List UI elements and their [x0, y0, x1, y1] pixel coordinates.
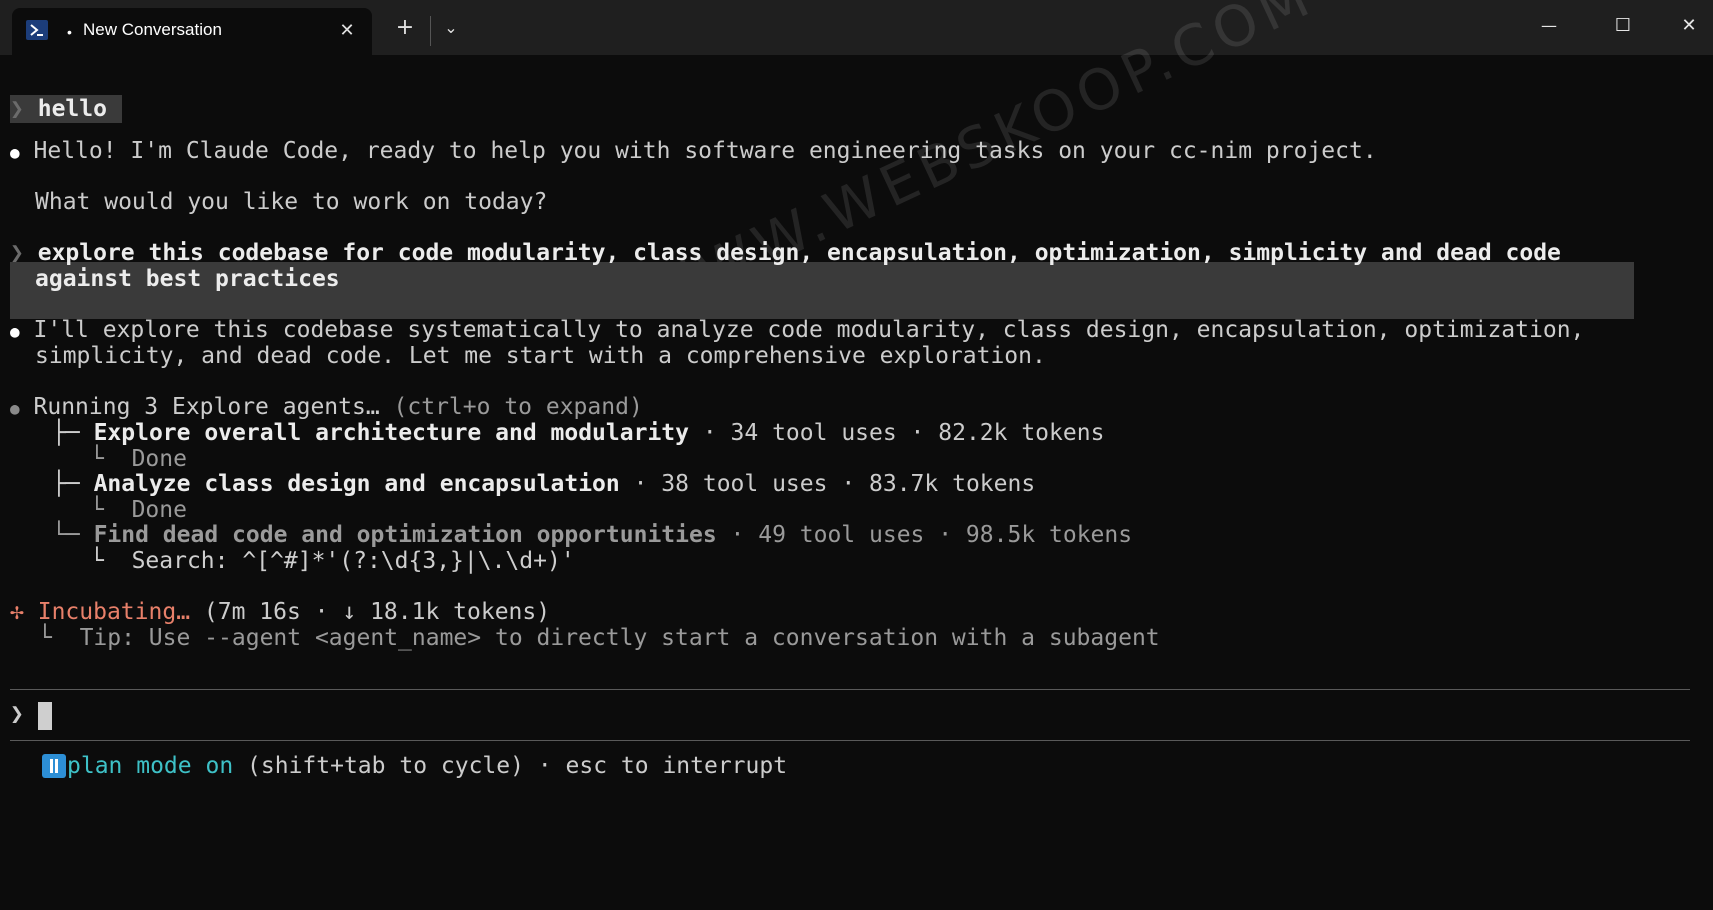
- agent-status: └ Done: [90, 496, 187, 524]
- prompt-chevron-icon: ❯: [10, 701, 24, 727]
- agent-status: └ Search: ^[^#]*'(?:\d{3,}|\.\d+)': [90, 547, 575, 575]
- user-message-text: hello: [37, 96, 107, 122]
- input-divider-top: [10, 689, 1690, 690]
- bullet-icon: ●: [10, 399, 20, 418]
- agent-row: ├─ Analyze class design and encapsulatio…: [52, 470, 1035, 498]
- minimize-button[interactable]: —: [1526, 8, 1572, 44]
- plan-mode-hint: (shift+tab to cycle) · esc to interrupt: [247, 753, 788, 779]
- prompt-chevron-icon: ❯: [10, 96, 24, 122]
- user-message-line: against best practices: [35, 266, 340, 292]
- tree-leaf: └: [90, 446, 104, 472]
- user-message: ❯ hello: [10, 95, 107, 123]
- bullet-icon: ●: [10, 143, 20, 162]
- assistant-message-line: simplicity, and dead code. Let me start …: [35, 343, 1046, 369]
- agent-status: └ Done: [90, 445, 187, 473]
- tree-branch: ├─: [52, 471, 80, 497]
- new-tab-button[interactable]: +: [392, 14, 418, 42]
- assistant-message-text: I'll explore this codebase systematicall…: [33, 317, 1585, 343]
- agent-name: Analyze class design and encapsulation: [93, 471, 620, 497]
- agent-stats: · 34 tool uses · 82.2k tokens: [689, 420, 1105, 446]
- terminal-output[interactable]: WWW.WEBSKOOP.COM ❯ hello ● Hello! I'm Cl…: [0, 0, 1713, 910]
- agents-header-text: Running 3 Explore agents…: [33, 394, 380, 420]
- agent-stats: · 49 tool uses · 98.5k tokens: [716, 522, 1133, 548]
- tree-leaf: └: [38, 625, 52, 651]
- tab-new-conversation[interactable]: • New Conversation ✕: [12, 8, 372, 55]
- assistant-message-line: What would you like to work on today?: [35, 189, 548, 215]
- chevron-down-icon[interactable]: ⌄: [438, 14, 464, 42]
- agent-stats: · 38 tool uses · 83.7k tokens: [619, 471, 1036, 497]
- input-prompt: ❯: [10, 700, 24, 728]
- tree-branch: ├─: [52, 420, 80, 446]
- assistant-message: ● Hello! I'm Claude Code, ready to help …: [10, 137, 1377, 167]
- tab-activity-dot: •: [67, 24, 72, 40]
- prompt-chevron-icon: ❯: [10, 240, 24, 266]
- tree-leaf: └: [90, 497, 104, 523]
- incubating-label: Incubating…: [37, 599, 191, 625]
- tip-text: Tip: Use --agent <agent_name> to directl…: [79, 625, 1160, 651]
- maximize-button[interactable]: ☐: [1600, 8, 1646, 44]
- user-message-text: explore this codebase for code modularit…: [37, 240, 1561, 266]
- tab-title: New Conversation: [83, 20, 222, 39]
- agent-row: ├─ Explore overall architecture and modu…: [52, 419, 1104, 447]
- agent-row: └─ Find dead code and optimization oppor…: [52, 521, 1132, 549]
- prompt-input[interactable]: [38, 700, 1688, 728]
- status-bar: plan mode on (shift+tab to cycle) · esc …: [67, 752, 787, 780]
- agents-expand-hint: (ctrl+o to expand): [393, 394, 643, 420]
- plan-mode-label: plan mode on: [67, 753, 234, 779]
- incubating-status: ✢ Incubating… (7m 16s · ↓ 18.1k tokens): [10, 598, 550, 626]
- agent-name: Explore overall architecture and modular…: [93, 420, 689, 446]
- title-bar: • New Conversation ✕ + ⌄ — ☐ ✕: [0, 0, 1713, 55]
- tree-leaf: └: [90, 548, 104, 574]
- close-tab-icon[interactable]: ✕: [334, 18, 360, 44]
- user-message: ❯ explore this codebase for code modular…: [10, 239, 1561, 267]
- spinner-icon: ✢: [10, 599, 24, 625]
- agent-status-text: Done: [131, 446, 187, 472]
- agent-status-text: Done: [131, 497, 187, 523]
- tip-line: └ Tip: Use --agent <agent_name> to direc…: [38, 624, 1160, 652]
- tab-separator: [430, 16, 431, 46]
- tree-branch: └─: [52, 522, 80, 548]
- agent-status-text: Search: ^[^#]*'(?:\d{3,}|\.\d+)': [131, 548, 575, 574]
- text-cursor: [38, 702, 52, 730]
- assistant-message-text: Hello! I'm Claude Code, ready to help yo…: [33, 138, 1377, 164]
- agent-name: Find dead code and optimization opportun…: [93, 522, 717, 548]
- pause-icon: [42, 754, 66, 778]
- incubating-stats: (7m 16s · ↓ 18.1k tokens): [203, 599, 551, 625]
- close-window-button[interactable]: ✕: [1666, 8, 1712, 44]
- powershell-icon: [26, 20, 48, 40]
- input-divider-bottom: [10, 740, 1690, 741]
- bullet-icon: ●: [10, 322, 20, 341]
